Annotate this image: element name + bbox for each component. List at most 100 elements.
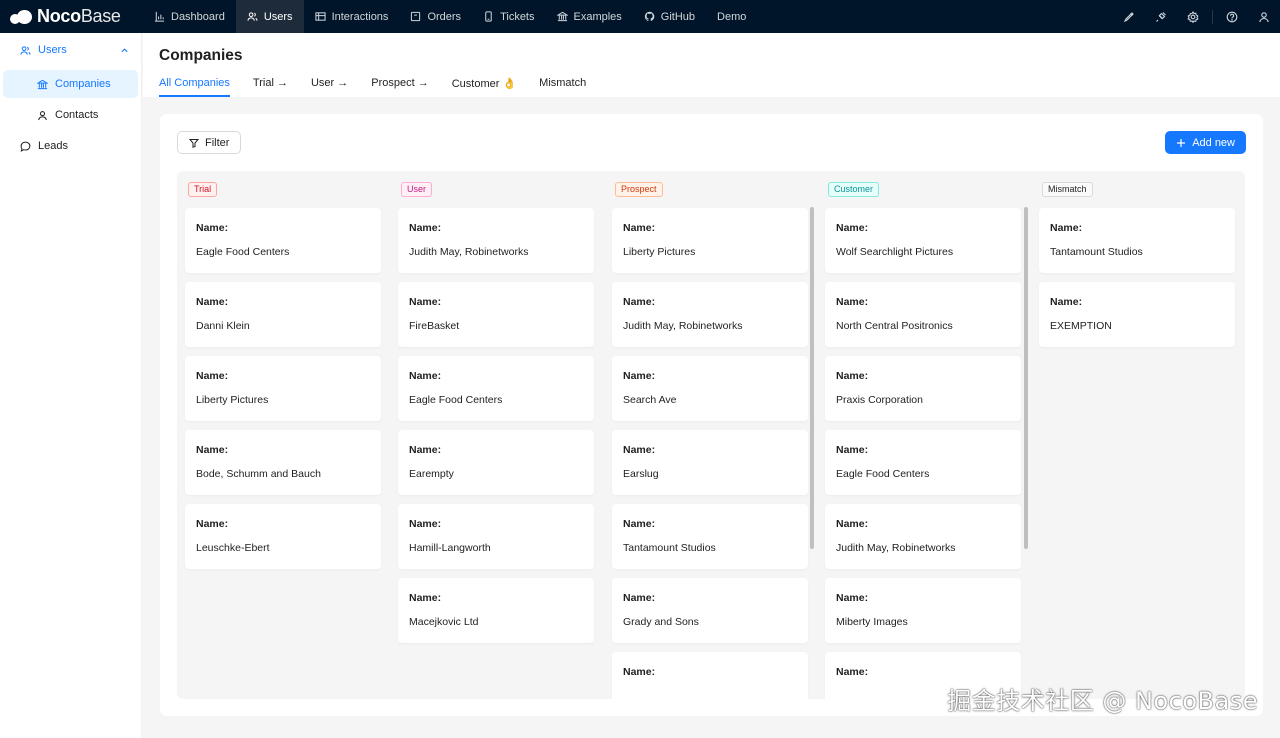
column-tag: Customer <box>828 182 880 197</box>
kanban-card[interactable]: Name: Bode, Schumm and Bauch <box>185 430 381 495</box>
top-navbar: NocoBase Dashboard Users Interactions Order… <box>0 0 1280 33</box>
kanban-card[interactable]: Name: Macejkovic Ltd <box>398 578 594 643</box>
kanban-card[interactable]: Name: Eagle Food Centers <box>185 208 381 273</box>
nav-item-github[interactable]: GitHub <box>633 0 706 33</box>
main-menu: Dashboard Users Interactions Orders Tickets E… <box>143 0 757 33</box>
kanban-column-prospect: Prospect Name: Liberty Pictures Name: Judith… <box>604 171 812 699</box>
kanban-card[interactable]: Name: Eagle Food Centers <box>825 430 1021 495</box>
column-scrollbar[interactable] <box>810 207 814 549</box>
tab-1[interactable]: Trial → <box>253 77 288 97</box>
add-new-button[interactable]: Add new <box>1165 131 1246 154</box>
highlighter-icon[interactable] <box>1113 0 1145 33</box>
sidebar-item-contacts[interactable]: Contacts <box>3 101 138 129</box>
card-field-label: Name: <box>836 592 869 604</box>
kanban-card[interactable]: Name: Judith May, Robinetworks <box>612 282 808 347</box>
kanban-card[interactable]: Name: Leuschke-Ebert <box>185 504 381 569</box>
kanban-column-user: User Name: Judith May, Robinetworks Name: Fi… <box>390 171 598 699</box>
nav-item-demo[interactable]: Demo <box>706 0 757 33</box>
kanban-card[interactable]: Name: Tantamount Studios <box>1039 208 1235 273</box>
kanban-card[interactable]: Name: FireBasket <box>398 282 594 347</box>
filter-button[interactable]: Filter <box>177 131 242 154</box>
card-field-value: Macejkovic Ltd <box>409 616 479 628</box>
card-field-value: Search Ave <box>623 394 677 406</box>
card-field-label: Name: <box>623 222 656 234</box>
filter-icon <box>189 138 199 148</box>
card-field-value: Wolf Searchlight Pictures <box>836 246 954 258</box>
help-icon[interactable] <box>1216 0 1248 33</box>
card-field-label: Name: <box>409 296 442 308</box>
tab-3[interactable]: Prospect → <box>371 77 428 97</box>
ticket-icon <box>483 11 494 22</box>
kanban-card[interactable]: Name: Judith May, Robinetworks <box>825 504 1021 569</box>
card-field-label: Name: <box>623 518 656 530</box>
kanban-card[interactable]: Name: Liberty Pictures <box>612 208 808 273</box>
kanban-card[interactable]: Name: Judith May, Robinetworks <box>398 208 594 273</box>
settings-icon[interactable] <box>1177 0 1209 33</box>
kanban-card[interactable]: Name: Earslug <box>612 430 808 495</box>
card-field-value: Eagle Food Centers <box>409 394 503 406</box>
sidebar: Users Companies Contacts Leads <box>0 33 142 738</box>
nav-item-tickets[interactable]: Tickets <box>472 0 545 33</box>
card-field-value: FireBasket <box>409 320 460 332</box>
card-field-value: Grady and Sons <box>623 616 699 628</box>
card-field-label: Name: <box>836 666 869 678</box>
card-field-value: North Central Positronics <box>836 320 953 332</box>
card-field-label: Name: <box>623 444 656 456</box>
sidebar-item-leads[interactable]: Leads <box>3 132 138 160</box>
card-field-value: Judith May, Robinetworks <box>836 542 956 554</box>
kanban-card[interactable]: Name: Danni Klein <box>185 282 381 347</box>
kanban-card[interactable]: Name: Miberty Images <box>825 578 1021 643</box>
kanban-card[interactable]: Name: Earempty <box>398 430 594 495</box>
card-field-label: Name: <box>623 666 656 678</box>
column-tag: Prospect <box>615 182 663 197</box>
kanban-card[interactable]: Name: EXEMPTION <box>1039 282 1235 347</box>
card-field-value: Miberty Images <box>836 616 908 628</box>
logo[interactable]: NocoBase <box>0 0 143 33</box>
nav-item-interactions[interactable]: Interactions <box>304 0 400 33</box>
kanban-card[interactable]: Name: Wolf Searchlight Pictures <box>825 208 1021 273</box>
card-field-label: Name: <box>196 370 229 382</box>
kanban-card[interactable]: Name: <box>612 652 808 699</box>
card-field-value: Judith May, Robinetworks <box>409 246 529 258</box>
sidebar-item-companies[interactable]: Companies <box>3 70 138 98</box>
kanban-card[interactable]: Name: Liberty Pictures <box>185 356 381 421</box>
tab-5[interactable]: Mismatch <box>539 77 586 97</box>
card-field-label: Name: <box>836 370 869 382</box>
card-field-value: Bode, Schumm and Bauch <box>196 468 321 480</box>
tab-0[interactable]: All Companies <box>159 77 230 97</box>
card-field-label: Name: <box>409 370 442 382</box>
card-field-value: Eagle Food Centers <box>836 468 930 480</box>
kanban-block: Filter Add new Trial Name: Eagle Food Cent… <box>160 114 1263 716</box>
tab-4[interactable]: Customer 👌 <box>452 77 516 97</box>
card-field-label: Name: <box>409 592 442 604</box>
sidebar-group-users[interactable]: Users <box>0 33 141 67</box>
kanban-column-mismatch: Mismatch Name: Tantamount Studios Name: EXEM… <box>1031 171 1239 699</box>
card-field-value: Leuschke-Ebert <box>196 542 270 554</box>
nav-item-orders[interactable]: Orders <box>399 0 472 33</box>
card-field-value: Earempty <box>409 468 454 480</box>
kanban-card[interactable]: Name: Tantamount Studios <box>612 504 808 569</box>
kanban-card[interactable]: Name: Hamill-Langworth <box>398 504 594 569</box>
column-scrollbar[interactable] <box>1024 207 1028 549</box>
card-field-label: Name: <box>196 444 229 456</box>
kanban-card[interactable]: Name: Eagle Food Centers <box>398 356 594 421</box>
kanban-card[interactable]: Name: Praxis Corporation <box>825 356 1021 421</box>
user-icon[interactable] <box>1248 0 1280 33</box>
plugin-icon[interactable] <box>1145 0 1177 33</box>
card-field-label: Name: <box>409 222 442 234</box>
kanban-card[interactable]: Name: North Central Positronics <box>825 282 1021 347</box>
nav-item-users[interactable]: Users <box>235 0 304 33</box>
kanban-card[interactable]: Name: Grady and Sons <box>612 578 808 643</box>
card-field-value: Judith May, Robinetworks <box>623 320 743 332</box>
bank-icon <box>556 11 568 22</box>
tab-2[interactable]: User → <box>311 77 348 97</box>
card-field-label: Name: <box>623 592 656 604</box>
kanban-card[interactable]: Name: Search Ave <box>612 356 808 421</box>
nav-item-dashboard[interactable]: Dashboard <box>143 0 236 33</box>
box-icon <box>410 11 421 22</box>
chevron-up-icon <box>121 47 128 52</box>
nav-item-examples[interactable]: Examples <box>546 0 633 33</box>
page-header: Companies All Companies Trial → User → Pros… <box>143 33 1280 97</box>
column-tag: Trial <box>188 182 218 197</box>
users-icon <box>20 45 31 56</box>
